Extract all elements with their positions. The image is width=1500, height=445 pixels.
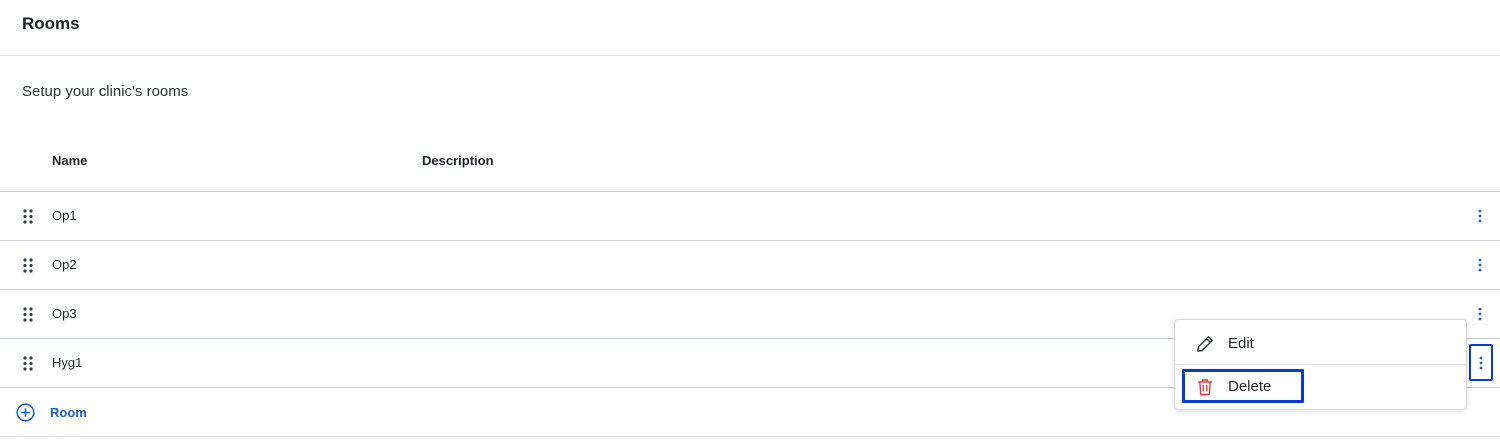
trash-icon <box>1195 377 1215 397</box>
room-name: Hyg1 <box>52 355 83 370</box>
pencil-icon <box>1195 334 1215 354</box>
drag-handle-icon[interactable] <box>23 209 33 224</box>
column-header-name: Name <box>52 153 88 168</box>
drag-handle-icon[interactable] <box>23 356 33 371</box>
room-name: Op3 <box>52 306 77 321</box>
rooms-page: Rooms Setup your clinic's rooms Name Des… <box>0 0 1500 445</box>
page-header: Rooms <box>0 0 1500 56</box>
menu-item-edit-label: Edit <box>1228 335 1254 352</box>
more-vertical-icon[interactable] <box>1472 206 1488 226</box>
more-vertical-icon[interactable] <box>1469 344 1493 381</box>
room-name: Op1 <box>52 208 77 223</box>
plus-circle-icon <box>16 403 35 422</box>
table-row: Op1 <box>0 192 1500 241</box>
menu-item-edit[interactable]: Edit <box>1175 323 1466 365</box>
drag-handle-icon[interactable] <box>23 307 33 322</box>
row-context-menu: Edit Delete <box>1174 319 1467 410</box>
page-subtitle: Setup your clinic's rooms <box>22 83 189 100</box>
menu-item-delete[interactable]: Delete <box>1175 366 1466 408</box>
column-header-description: Description <box>422 153 494 168</box>
table-header: Name Description <box>0 141 1500 192</box>
menu-item-delete-label: Delete <box>1228 378 1272 395</box>
page-title: Rooms <box>22 14 80 33</box>
more-vertical-icon[interactable] <box>1472 255 1488 275</box>
drag-handle-icon[interactable] <box>23 258 33 273</box>
room-name: Op2 <box>52 257 77 272</box>
table-row: Op2 <box>0 241 1500 290</box>
add-room-label: Room <box>50 405 87 420</box>
more-vertical-icon[interactable] <box>1472 304 1488 324</box>
